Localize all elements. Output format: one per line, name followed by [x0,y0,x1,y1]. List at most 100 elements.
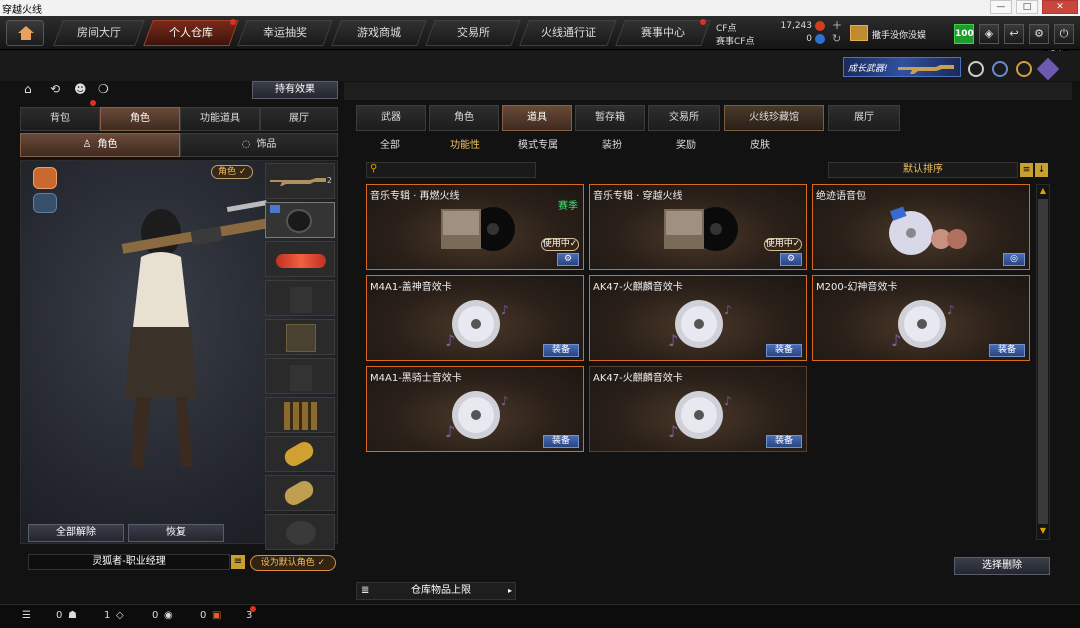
item-card[interactable]: M4A1-黑骑士音效卡 ♪ ♪ 装备 [366,366,584,452]
settings-button[interactable]: ⚙ [557,253,579,266]
tab-character[interactable]: 角色 [100,107,180,131]
badge-icon-1[interactable] [968,61,984,77]
settings-button[interactable]: ⚙ [780,253,802,266]
scroll-thumb[interactable] [1038,199,1048,524]
shield-icon[interactable]: ◈ [979,24,999,44]
character-skin-icon[interactable] [33,167,57,189]
chart-icon[interactable]: ⌂ [24,82,40,98]
sort-dropdown[interactable]: 默认排序 [828,162,1018,178]
item-card[interactable]: AK47-火麒麟音效卡 ♪ ♪ 装备 [589,275,807,361]
gift-icon[interactable]: ▣ [212,610,221,621]
item-card[interactable]: 音乐专辑 · 再燃火线 赛季 使用中✓ ⚙ [366,184,584,270]
set-default-character-button[interactable]: 设为默认角色 ✓ [250,555,336,571]
slot-grenade-2[interactable] [265,475,335,511]
equip-button[interactable]: 装备 [766,435,802,448]
tab-storage-box[interactable]: 暂存箱 [575,105,645,131]
subtab-functional[interactable]: 功能性 [450,136,480,151]
tab-game-shop[interactable]: 游戏商城 [331,20,427,46]
item-card[interactable]: AK47-火麒麟音效卡 ♪ ♪ 装备 [589,366,807,452]
subtab-dressup[interactable]: 装扮 [602,136,622,151]
tab-functional-items[interactable]: 功能道具 [180,107,260,131]
restore-button[interactable]: 恢复 [128,524,224,542]
chat-icon[interactable]: ◉ [164,610,173,621]
tab-events[interactable]: 赛事中心 [615,20,711,46]
minimize-button[interactable]: — [990,0,1012,14]
tab-collection-hall[interactable]: 火线珍藏馆 [724,105,824,131]
gear-icon[interactable]: ⚙ [1029,24,1049,44]
refresh-icon[interactable]: ↻ [832,32,841,45]
equip-button[interactable]: 装备 [989,344,1025,357]
tab-backpack[interactable]: 背包 [20,107,100,131]
bag-icon[interactable]: ❍ [98,82,114,98]
slot-helmet[interactable] [265,202,335,238]
sort-list-icon[interactable]: ≡ [1020,163,1033,177]
item-card[interactable]: 音乐专辑 · 穿越火线 使用中✓ ⚙ [589,184,807,270]
badge-icon-4[interactable] [1036,57,1060,81]
in-use-badge[interactable]: 使用中✓ [764,238,802,251]
badge-icon-3[interactable] [1016,61,1032,77]
in-use-badge[interactable]: 使用中✓ [541,238,579,251]
slot-empty[interactable] [265,514,335,550]
equip-button[interactable]: 装备 [543,344,579,357]
equip-button[interactable]: 装备 [543,435,579,448]
slot-ammo[interactable] [265,397,335,433]
power-icon[interactable]: ⏻ [1054,24,1074,44]
search-box[interactable]: ⚲ [366,162,536,178]
owned-effects-button[interactable]: 持有效果 [252,81,338,99]
item-scrollbar[interactable]: ▲ ▼ [1036,184,1050,540]
list-icon[interactable]: ≡ [231,555,245,569]
tab-showcase[interactable]: 展厅 [828,105,900,131]
subtab-all[interactable]: 全部 [380,136,400,151]
subtab-accessories[interactable]: ◌ 饰品 [180,133,338,157]
slot-grenade-1[interactable] [265,436,335,472]
slot-armor[interactable] [265,358,335,394]
tab-weapons[interactable]: 武器 [356,105,426,131]
level-badge[interactable]: 100 [954,24,974,44]
slot-weapon[interactable]: 2 [265,163,335,199]
unequip-all-button[interactable]: 全部解除 [28,524,124,542]
tab-room-lobby[interactable]: 房间大厅 [53,20,145,46]
ring-icon: ◌ [241,139,251,150]
slot-backpack[interactable] [265,319,335,355]
subtab-rewards[interactable]: 奖励 [676,136,696,151]
scroll-down-icon[interactable]: ▼ [1038,526,1048,538]
menu-icon[interactable]: ☰ [22,610,31,621]
tab-items[interactable]: 道具 [502,105,572,131]
rotate-icon[interactable]: ⟲ [50,82,66,98]
growth-weapon-banner[interactable]: 成长武器! [843,57,961,77]
tab-personal-storage[interactable]: 个人仓库 [143,20,239,46]
close-button[interactable]: ✕ [1042,0,1078,14]
item-card[interactable]: M4A1-盖神音效卡 ♪ ♪ 装备 [366,275,584,361]
friends-icon[interactable]: ☗ [68,610,77,621]
team-icon[interactable]: ☻ [74,82,90,98]
add-cf-icon[interactable]: + [832,18,842,32]
item-card[interactable]: M200-幻神音效卡 ♪ ♪ 装备 [812,275,1030,361]
slot-goggles[interactable] [265,241,335,277]
search-input[interactable] [383,164,533,176]
home-button[interactable] [6,20,44,46]
tab-exchange[interactable]: 交易所 [425,20,521,46]
select-delete-button[interactable]: 选择删除 [954,557,1050,575]
role-badge[interactable]: 角色 ✓ [211,165,254,179]
mask-icon[interactable] [33,193,57,213]
subtab-mode-exclusive[interactable]: 模式专属 [518,136,558,151]
tab-battle-pass[interactable]: 火线通行证 [519,20,617,46]
badge-icon-2[interactable] [992,61,1008,77]
maximize-button[interactable]: □ [1016,0,1038,14]
subtab-character[interactable]: ♙ 角色 [20,133,180,157]
sort-direction-icon[interactable]: ↓ [1035,163,1048,177]
scroll-up-icon[interactable]: ▲ [1038,186,1048,198]
tab-lucky-draw[interactable]: 幸运抽奖 [237,20,333,46]
svg-text:♪: ♪ [501,394,509,408]
tab-characters[interactable]: 角色 [429,105,499,131]
shield-small-icon[interactable]: ◇ [116,610,124,621]
return-icon[interactable]: ↩ [1004,24,1024,44]
slot-vest[interactable] [265,280,335,316]
item-card[interactable]: 绝迹语音包 ◎ [812,184,1030,270]
subtab-skins[interactable]: 皮肤 [750,136,770,151]
settings-button[interactable]: ◎ [1003,253,1025,266]
equip-button[interactable]: 装备 [766,344,802,357]
storage-capacity-bar[interactable]: ≣ 仓库物品上限 ▸ [356,582,516,600]
tab-showroom[interactable]: 展厅 [260,107,338,131]
tab-exchange-house[interactable]: 交易所 [648,105,720,131]
